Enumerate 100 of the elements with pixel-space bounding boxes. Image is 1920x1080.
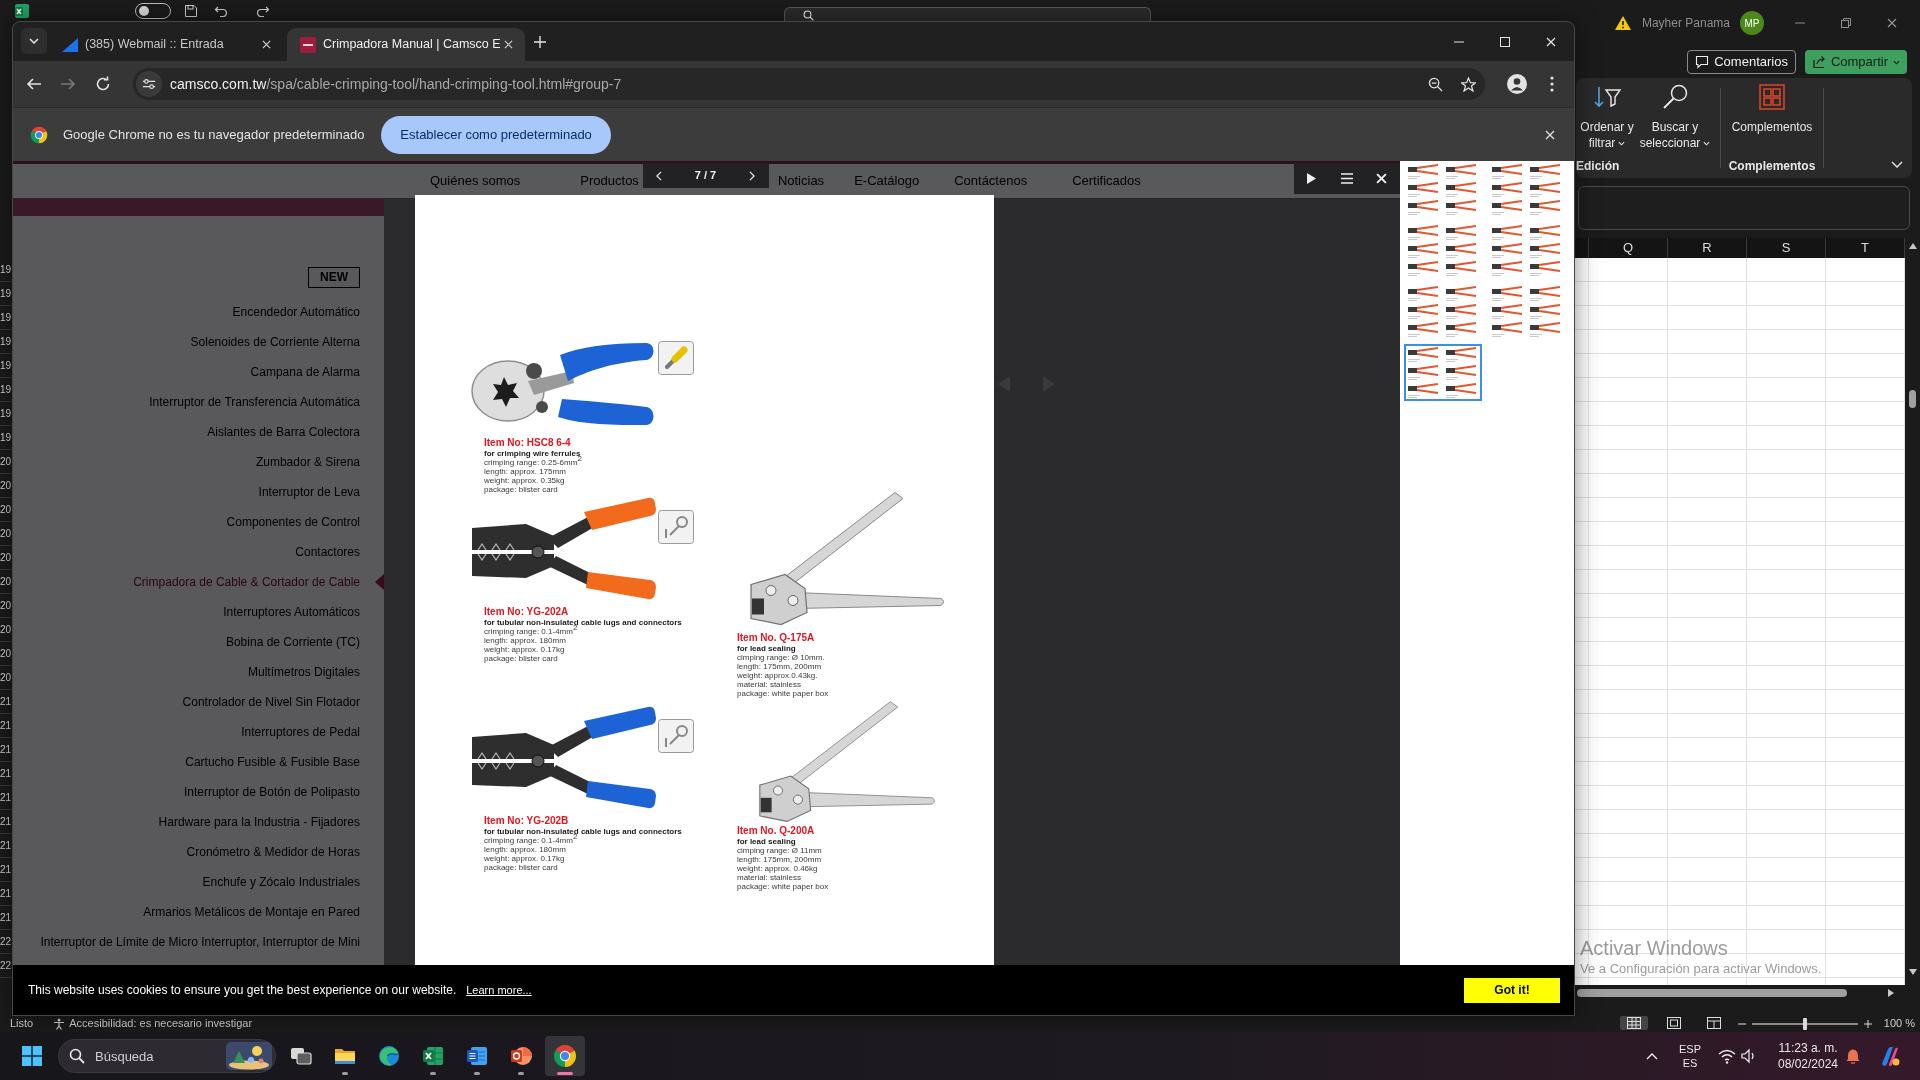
item-spec: package: white paper box <box>737 689 830 698</box>
accessibility-icon <box>53 1018 66 1030</box>
search-field[interactable] <box>784 7 1151 21</box>
ferrule-icon <box>658 341 694 375</box>
close-icon <box>1887 18 1897 28</box>
sliders-icon <box>142 77 156 91</box>
person-icon <box>1507 74 1527 94</box>
item-spec: length: approx. 175mm <box>483 467 567 476</box>
ribbon-group-label: Edición <box>1576 158 1621 174</box>
ribbon-group-label: Complementos <box>1727 158 1817 174</box>
account-name: Mayher Panama <box>1641 15 1730 32</box>
account-avatar[interactable]: MP <box>1740 11 1764 35</box>
zoom-out-icon[interactable] <box>1737 1020 1746 1028</box>
zoom-level[interactable]: 100 % <box>1883 1017 1915 1030</box>
item-spec: package: blister card <box>483 863 559 872</box>
item-number: Item No: HSC8 6-4 <box>483 437 572 449</box>
save-icon[interactable] <box>184 3 198 18</box>
activation-message: Ve a Configuración para activar Windows. <box>1580 960 1822 977</box>
item-spec: material: stainless <box>737 680 803 689</box>
speech-bubble-icon <box>1695 55 1710 69</box>
comments-button[interactable]: Comentarios <box>1687 50 1796 74</box>
item-number: Item No. Q-175A <box>737 632 816 644</box>
close-icon <box>1376 173 1387 184</box>
chrome-logo-icon <box>553 1044 577 1068</box>
item-spec: weight: approx. 0.35kg <box>483 476 566 485</box>
item-spec: weight: approx. 0.17kg <box>483 854 566 863</box>
scroll-right-icon[interactable] <box>1888 989 1894 997</box>
status-text: Listo <box>10 1017 34 1030</box>
date-time-button[interactable]: 11:23 a. m. 08/02/2024 <box>1773 1040 1843 1072</box>
document-logo-icon <box>465 1044 489 1068</box>
star-icon <box>1460 76 1476 92</box>
formula-bar-field[interactable] <box>1578 186 1910 230</box>
add-ins-icon <box>1759 84 1785 110</box>
spreadsheet-logo-icon <box>14 2 30 19</box>
wifi-icon[interactable] <box>1718 1048 1736 1064</box>
zoom-in-icon[interactable] <box>1863 1020 1872 1028</box>
wedge-icon <box>62 36 78 53</box>
normal-view-button[interactable] <box>1619 1016 1648 1030</box>
browser-tab[interactable]: Crimpadora Manual | Camsco E <box>287 28 525 61</box>
page-thumbnail[interactable] <box>1404 344 1482 401</box>
set-default-button[interactable]: Establecer como predeterminado <box>381 115 611 154</box>
site-info-button[interactable] <box>136 71 162 97</box>
item-use: for lead sealing <box>737 644 797 653</box>
accessibility-button[interactable]: Accesibilidad: es necesario investigar <box>53 1017 253 1030</box>
got-it-button[interactable]: Got it! <box>1464 977 1560 1003</box>
item-number: Item No: YG-202B <box>483 815 570 827</box>
item-spec: weight: approx. 0.46kg <box>737 864 819 873</box>
search-icon <box>1661 84 1689 110</box>
grid-icon <box>1626 1017 1641 1029</box>
restore-icon <box>1841 18 1851 28</box>
spreadsheet-logo-icon <box>421 1044 445 1068</box>
address-bar[interactable]: camsco.com.tw/spa/cable-crimping-tool/hand-crimping-tool.html#group-7 <box>133 68 1485 100</box>
browser-tab[interactable]: (385) Webmail :: Entrada <box>49 28 287 61</box>
reload-icon <box>95 76 111 92</box>
caret-down-icon <box>29 38 39 44</box>
page-break-icon <box>1706 1017 1721 1029</box>
close-icon <box>504 40 514 49</box>
landscape-drawing <box>226 1042 272 1070</box>
scroll-up-icon[interactable] <box>1908 243 1917 249</box>
url-text: camsco.com.tw/spa/cable-crimping-tool/hand-crimping-tool.html#group-7 <box>170 74 622 94</box>
maximize-icon <box>1500 36 1510 47</box>
item-spec: length: 175mm, 200mm <box>737 855 823 864</box>
search-icon <box>69 1048 85 1064</box>
learn-more-link[interactable]: Learn more... <box>466 981 532 999</box>
hamburger-menu-icon <box>1340 173 1353 184</box>
close-icon <box>1546 36 1556 47</box>
page-icon <box>1666 1017 1681 1029</box>
scroll-down-icon[interactable] <box>1908 969 1917 975</box>
caret-down-icon <box>1893 59 1900 65</box>
presentation-logo-icon <box>509 1044 533 1068</box>
chrome-button[interactable] <box>545 1036 585 1076</box>
notification-bell-icon[interactable] <box>1845 1048 1861 1064</box>
zoom-slider-thumb[interactable] <box>1802 1018 1807 1030</box>
close-icon <box>261 40 271 49</box>
arrow-right-icon <box>60 76 76 92</box>
item-spec: weight: approx. 0.17kg <box>483 645 566 654</box>
activation-title: Activar Windows <box>1580 936 1729 960</box>
share-button[interactable]: Compartir <box>1804 50 1907 74</box>
item-spec: length: approx. 180mm <box>483 636 567 645</box>
item-spec: weight: approx.0.43kg. <box>737 671 819 680</box>
close-icon <box>1545 129 1555 140</box>
scrollbar-thumb[interactable] <box>1577 989 1847 997</box>
sort-filter-icon <box>1593 84 1621 110</box>
item-spec: length: 175mm, 200mm <box>737 662 823 671</box>
collapse-ribbon-icon[interactable] <box>1891 161 1903 168</box>
input-language-button[interactable]: ESP ES <box>1672 1042 1708 1070</box>
tab-search-button[interactable] <box>21 28 47 54</box>
page-counter: 7 / 7 <box>693 168 718 184</box>
slanted-bars-icon[interactable] <box>1879 1045 1901 1067</box>
find-select-button[interactable]: Buscar y seleccionar <box>1638 84 1712 151</box>
sort-filter-button[interactable]: Ordenar y filtrar <box>1576 84 1638 151</box>
add-ins-button[interactable]: Complementos <box>1722 84 1822 135</box>
share-icon <box>1811 55 1826 69</box>
item-spec: cimping range: Ø 10mm. <box>737 653 826 662</box>
item-spec: material: stainless <box>737 873 803 882</box>
scrollbar-thumb[interactable] <box>1909 390 1916 408</box>
cookie-message: This website uses cookies to ensure you get the best experience on our website. <box>28 982 457 999</box>
chevron-up-icon <box>1646 1051 1658 1061</box>
item-number: Item No. Q-200A <box>737 825 816 837</box>
item-spec: length: approx. 180mm <box>483 845 567 854</box>
